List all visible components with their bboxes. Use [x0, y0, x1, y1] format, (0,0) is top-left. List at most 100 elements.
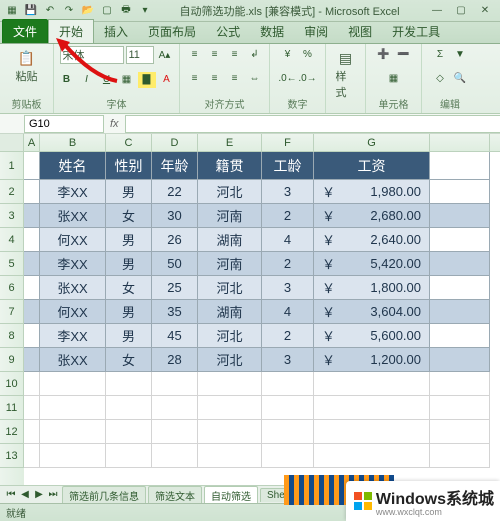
tab-file[interactable]: 文件 [2, 19, 48, 43]
tab-formulas[interactable]: 公式 [206, 20, 250, 43]
merge-center-icon[interactable]: ⇔ [246, 71, 264, 87]
cell-empty[interactable] [430, 420, 490, 444]
cell-origin[interactable]: 湖南 [198, 228, 262, 252]
cell-origin[interactable]: 河北 [198, 324, 262, 348]
col-header[interactable]: A [24, 134, 40, 151]
table-header[interactable]: 籍贯 [198, 152, 262, 180]
cell-origin[interactable]: 河北 [198, 180, 262, 204]
cell-age[interactable]: 50 [152, 252, 198, 276]
cell-seniority[interactable]: 3 [262, 276, 314, 300]
cell-seniority[interactable]: 4 [262, 228, 314, 252]
cell-empty[interactable] [198, 420, 262, 444]
cell-sex[interactable]: 女 [106, 204, 152, 228]
cell-age[interactable]: 35 [152, 300, 198, 324]
cell-name[interactable]: 李XX [40, 180, 106, 204]
font-color-icon[interactable]: A [158, 72, 176, 88]
cell-origin[interactable]: 河南 [198, 252, 262, 276]
row-header[interactable]: 2 [0, 180, 24, 204]
cell-empty[interactable] [430, 372, 490, 396]
cell-age[interactable]: 26 [152, 228, 198, 252]
cell-empty[interactable] [198, 372, 262, 396]
cell-sex[interactable]: 女 [106, 276, 152, 300]
cell-blank[interactable] [24, 324, 40, 348]
cell-empty[interactable] [262, 420, 314, 444]
decrease-decimal-icon[interactable]: .0→ [299, 71, 317, 87]
underline-button[interactable]: U [98, 72, 116, 88]
percent-icon[interactable]: % [299, 46, 317, 62]
grow-font-icon[interactable]: A▴ [156, 47, 174, 63]
cell-empty[interactable] [152, 372, 198, 396]
cell-salary[interactable]: ￥5,420.00 [314, 252, 430, 276]
cell-empty[interactable] [106, 372, 152, 396]
tab-view[interactable]: 视图 [338, 20, 382, 43]
cell-salary[interactable]: ￥3,604.00 [314, 300, 430, 324]
cell-name[interactable]: 张XX [40, 276, 106, 300]
border-icon[interactable]: ▦ [118, 72, 136, 88]
insert-cell-icon[interactable]: ➕ [375, 46, 393, 62]
cell-blank[interactable] [430, 180, 490, 204]
cell-seniority[interactable]: 2 [262, 204, 314, 228]
cell-empty[interactable] [40, 420, 106, 444]
row-header[interactable]: 11 [0, 396, 24, 420]
tab-insert[interactable]: 插入 [94, 20, 138, 43]
qat-print-icon[interactable]: 🖶 [118, 3, 134, 19]
row-header[interactable]: 8 [0, 324, 24, 348]
cell-seniority[interactable]: 4 [262, 300, 314, 324]
cell-salary[interactable]: ￥5,600.00 [314, 324, 430, 348]
col-header[interactable]: G [314, 134, 430, 151]
cell-empty[interactable] [152, 396, 198, 420]
cell-age[interactable]: 25 [152, 276, 198, 300]
cell-blank[interactable] [24, 252, 40, 276]
cell-age[interactable]: 22 [152, 180, 198, 204]
tab-data[interactable]: 数据 [250, 20, 294, 43]
cell-empty[interactable] [430, 396, 490, 420]
align-bottom-icon[interactable]: ≡ [226, 46, 244, 62]
cell-empty[interactable] [262, 396, 314, 420]
cell-name[interactable]: 李XX [40, 324, 106, 348]
align-middle-icon[interactable]: ≡ [206, 46, 224, 62]
cell-empty[interactable] [40, 372, 106, 396]
cell-blank[interactable] [430, 204, 490, 228]
cell-empty[interactable] [152, 444, 198, 468]
select-all-corner[interactable] [0, 134, 24, 152]
align-right-icon[interactable]: ≡ [226, 71, 244, 87]
cell-name[interactable]: 张XX [40, 204, 106, 228]
styles-button[interactable]: ▤ 样式 [332, 46, 360, 102]
cell-salary[interactable]: ￥2,640.00 [314, 228, 430, 252]
cell-blank[interactable] [430, 324, 490, 348]
delete-cell-icon[interactable]: ➖ [395, 46, 413, 62]
qat-redo-icon[interactable]: ↷ [61, 3, 77, 19]
cell-empty[interactable] [314, 372, 430, 396]
cell-empty[interactable] [198, 444, 262, 468]
col-header[interactable]: C [106, 134, 152, 151]
sheet-nav-first[interactable]: ⏮ [4, 489, 18, 500]
cell-origin[interactable]: 湖南 [198, 300, 262, 324]
col-header[interactable]: B [40, 134, 106, 151]
increase-decimal-icon[interactable]: .0← [279, 71, 297, 87]
cell-blank[interactable] [24, 204, 40, 228]
cell-seniority[interactable]: 2 [262, 252, 314, 276]
align-left-icon[interactable]: ≡ [186, 71, 204, 87]
minimize-button[interactable]: — [426, 4, 448, 18]
autosum-icon[interactable]: Σ [431, 46, 449, 62]
cell-seniority[interactable]: 2 [262, 324, 314, 348]
cell-empty[interactable] [430, 444, 490, 468]
col-header-blank[interactable] [430, 134, 490, 151]
cell-blank[interactable] [430, 228, 490, 252]
tab-review[interactable]: 审阅 [294, 20, 338, 43]
cell-empty[interactable] [262, 372, 314, 396]
cell-origin[interactable]: 河南 [198, 204, 262, 228]
row-header[interactable]: 12 [0, 420, 24, 444]
cell-empty[interactable] [24, 372, 40, 396]
cell-empty[interactable] [106, 444, 152, 468]
cell-empty[interactable] [40, 444, 106, 468]
cell-blank[interactable] [430, 300, 490, 324]
cell-salary[interactable]: ￥2,680.00 [314, 204, 430, 228]
fx-icon[interactable]: fx [110, 118, 119, 130]
cell-blank[interactable] [430, 152, 490, 180]
find-icon[interactable]: 🔍 [451, 71, 469, 87]
cell-empty[interactable] [198, 396, 262, 420]
cell-empty[interactable] [314, 444, 430, 468]
paste-button[interactable]: 📋 粘贴 [12, 46, 42, 86]
cell-blank[interactable] [24, 152, 40, 180]
